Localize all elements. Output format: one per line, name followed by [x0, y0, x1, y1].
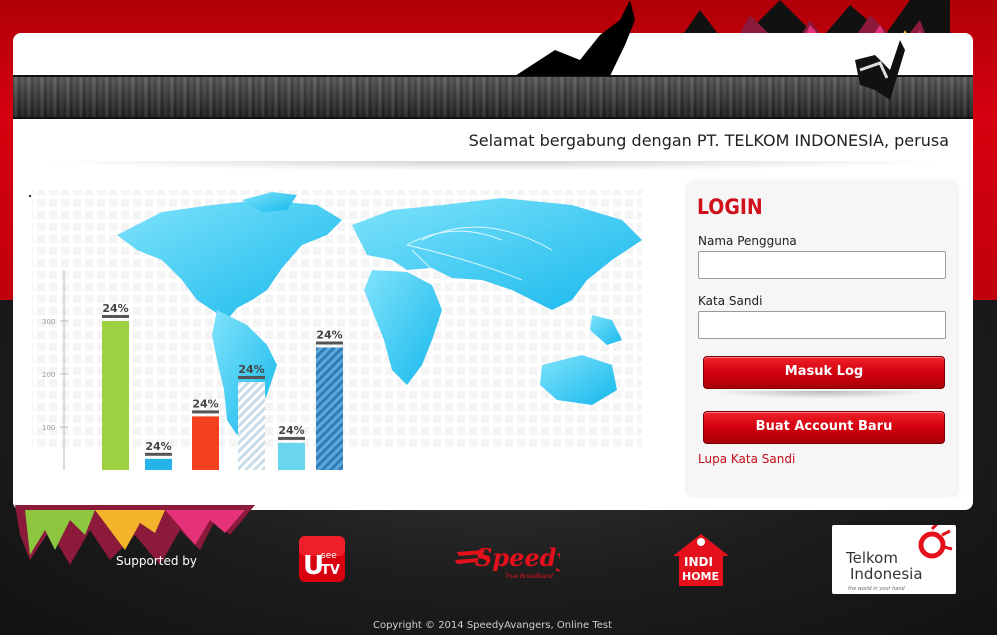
login-panel: LOGIN Nama Pengguna Kata Sandi Masuk Log… [688, 183, 957, 495]
indihome-bottom-text: HOME [682, 570, 719, 583]
axis-tick-label: 200 [42, 371, 55, 379]
useetv-top-text: see [321, 551, 337, 561]
bar-value-label: 24% [238, 363, 264, 376]
speedy-text: Speedy [475, 543, 560, 572]
telkom-tagline: the world in your hand [848, 586, 906, 592]
speedy-tagline: True Broadband [505, 573, 553, 580]
copyright-text: Copyright © 2014 SpeedyAvangers, Online … [372, 620, 613, 631]
world-map-infographic: 0100200300 24%24%24%24%24%24% [32, 190, 642, 470]
login-button[interactable]: Masuk Log [703, 356, 945, 389]
bar-label-underline [278, 436, 305, 440]
bar-value-label: 24% [278, 424, 304, 437]
supported-by-label: Supported by [116, 554, 197, 568]
chart-bar [278, 442, 305, 470]
bar-value-label: 24% [102, 302, 128, 315]
password-label: Kata Sandi [698, 294, 763, 308]
useetv-icon: U see TV [299, 536, 345, 582]
password-input[interactable] [698, 311, 946, 339]
bar-label-underline [238, 375, 265, 379]
chart-bar [238, 381, 265, 470]
axis-tick-label: 300 [42, 318, 55, 326]
bar-label-underline [192, 410, 219, 414]
bar-label-underline [102, 315, 129, 318]
username-input[interactable] [698, 251, 946, 279]
useetv-logo[interactable]: U see TV [299, 536, 345, 582]
bar-value-label: 24% [192, 397, 218, 410]
useetv-bottom-text: TV [321, 563, 340, 578]
forgot-password-link[interactable]: Lupa Kata Sandi [698, 452, 795, 466]
telkom-indonesia-logo[interactable]: Telkom Indonesia the world in your hand [832, 521, 956, 594]
axis-tick-label: 100 [42, 424, 55, 432]
bar-label-underline [145, 452, 172, 456]
register-button[interactable]: Buat Account Baru [703, 411, 945, 444]
bar-value-label: 24% [145, 440, 171, 453]
indihome-icon: INDI HOME [673, 534, 729, 586]
chart-bar [102, 321, 129, 470]
telkom-icon: Telkom Indonesia the world in your hand [845, 521, 953, 592]
header-zigzag-overlay [515, 0, 905, 100]
chart-bar [145, 458, 172, 470]
bar-value-label: 24% [316, 329, 342, 342]
bar-label-underline [316, 341, 343, 345]
chart-bar [192, 416, 219, 470]
login-button-shadow [713, 391, 933, 399]
telkom-line2: Indonesia [850, 565, 923, 583]
chart-bar [316, 347, 343, 470]
indihome-logo[interactable]: INDI HOME [671, 530, 731, 588]
username-label: Nama Pengguna [698, 234, 797, 248]
speedy-icon: Speedy True Broadband [455, 543, 572, 580]
speedy-logo[interactable]: Speedy True Broadband [455, 538, 572, 582]
indihome-top-text: INDI [684, 555, 713, 569]
login-title: LOGIN [697, 195, 763, 219]
